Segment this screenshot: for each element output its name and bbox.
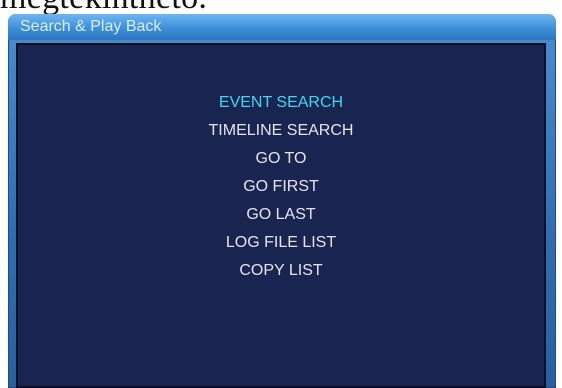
menu-item-go-to[interactable]: GO TO (18, 145, 544, 173)
window-title: Search & Play Back (20, 18, 162, 35)
menu-item-copy-list[interactable]: COPY LIST (18, 257, 544, 285)
menu-item-log-file-list[interactable]: LOG FILE LIST (18, 229, 544, 257)
menu-item-go-first[interactable]: GO FIRST (18, 173, 544, 201)
menu-item-event-search[interactable]: EVENT SEARCH (18, 89, 544, 117)
search-playback-window: Search & Play Back EVENT SEARCH TIMELINE… (8, 14, 556, 388)
search-menu-list: EVENT SEARCH TIMELINE SEARCH GO TO GO FI… (18, 89, 544, 285)
menu-item-go-last[interactable]: GO LAST (18, 201, 544, 229)
window-title-bar: Search & Play Back (8, 14, 556, 40)
menu-panel: EVENT SEARCH TIMELINE SEARCH GO TO GO FI… (16, 43, 546, 388)
menu-item-timeline-search[interactable]: TIMELINE SEARCH (18, 117, 544, 145)
